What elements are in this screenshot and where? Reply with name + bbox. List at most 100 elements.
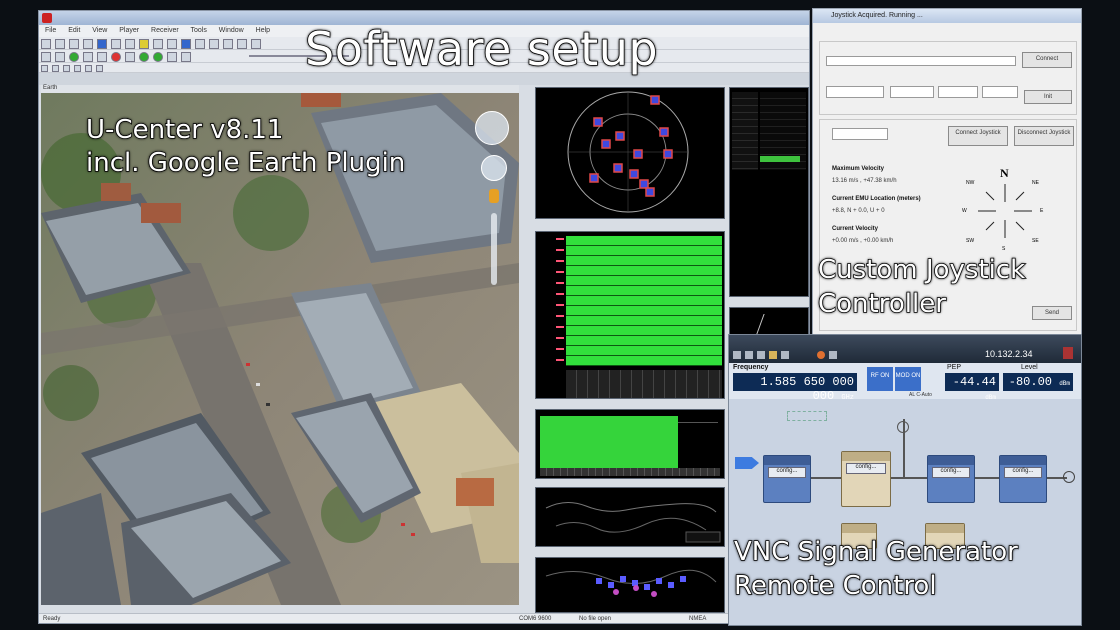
vnc-tool-icon-3[interactable] (757, 351, 765, 359)
back-icon[interactable] (55, 52, 65, 62)
current-velocity-value: +0.00 m/s , +0.00 km/h (832, 238, 894, 244)
small-tool-icon-2[interactable] (52, 65, 59, 72)
config-icon[interactable] (195, 39, 205, 49)
chart-icon[interactable] (237, 39, 247, 49)
menu-view[interactable]: View (92, 27, 107, 34)
tools-icon[interactable] (153, 39, 163, 49)
data-view-panel[interactable] (729, 87, 809, 297)
forward-icon[interactable] (125, 52, 135, 62)
longitude-field[interactable] (890, 86, 934, 98)
level-unit: dBm (1059, 380, 1070, 387)
baudrate-icon[interactable] (125, 39, 135, 49)
play-icon[interactable] (69, 52, 79, 62)
joystick-caption-line1: Custom Joystick (817, 254, 1026, 286)
rewind-icon[interactable] (41, 52, 51, 62)
look-control[interactable] (475, 111, 509, 145)
world-map-panel[interactable] (535, 487, 725, 547)
view-icon[interactable] (181, 39, 191, 49)
compass-nw: NW (966, 180, 975, 186)
mod-on-button[interactable]: MOD ON (895, 367, 921, 391)
input-arrow-icon (735, 457, 759, 469)
rf-config-button[interactable]: config... (1003, 467, 1043, 478)
status-ready: Ready (43, 616, 61, 622)
movement-mode-select[interactable] (832, 128, 888, 140)
adder-icon (897, 421, 909, 433)
vnc-tool-icon-5[interactable] (829, 351, 837, 359)
send-button[interactable]: Send (1032, 306, 1072, 320)
save-icon[interactable] (69, 39, 79, 49)
menu-player[interactable]: Player (119, 27, 139, 34)
disconnect-joystick-button[interactable]: Disconnect Joystick (1014, 126, 1074, 146)
signal-strength-panel[interactable] (535, 231, 725, 399)
max-velocity-label: Maximum Velocity (832, 166, 885, 172)
block-header-3 (928, 456, 974, 465)
small-tool-icon-6[interactable] (96, 65, 103, 72)
menu-help[interactable]: Help (256, 27, 270, 34)
map-icon[interactable] (251, 39, 261, 49)
status-green-icon (139, 52, 149, 62)
vnc-tool-icon-2[interactable] (745, 351, 753, 359)
menu-tools[interactable]: Tools (191, 27, 207, 34)
iq-config-button[interactable]: config... (931, 467, 971, 478)
menu-file[interactable]: File (45, 27, 56, 34)
small-tool-icon[interactable] (41, 65, 48, 72)
joystick-caption-line2: Controller (817, 288, 946, 320)
rf-block[interactable]: config... (999, 455, 1047, 503)
vnc-parameter-bar: Frequency 1.585 650 000 000 GHz RF ON MO… (729, 363, 1081, 403)
altitude-field[interactable] (982, 86, 1018, 98)
zoom-slider[interactable] (491, 213, 497, 285)
baseband-config-button[interactable]: config... (767, 467, 807, 478)
vnc-caption-line1: VNC Signal Generator (733, 536, 1018, 568)
rf-on-button[interactable]: RF ON (867, 367, 893, 391)
pep-value: -44.44 (952, 375, 996, 389)
table-icon[interactable] (223, 39, 233, 49)
pause-icon[interactable] (83, 52, 93, 62)
frequency-display[interactable]: 1.585 650 000 000 GHz (733, 373, 857, 403)
open-file-icon[interactable] (55, 39, 65, 49)
street-view-pegman-icon[interactable] (489, 189, 499, 203)
menu-receiver[interactable]: Receiver (151, 27, 179, 34)
connection-string-field[interactable] (826, 56, 1016, 66)
small-tool-icon-4[interactable] (74, 65, 81, 72)
vnc-close-icon[interactable] (1063, 347, 1073, 359)
menu-edit[interactable]: Edit (68, 27, 80, 34)
settings-icon[interactable] (167, 39, 177, 49)
satellite-world-panel[interactable] (535, 557, 725, 613)
connect-joystick-button[interactable]: Connect Joystick (948, 126, 1008, 146)
connect-button[interactable]: Connect (1022, 52, 1072, 68)
small-tool-icon-5[interactable] (85, 65, 92, 72)
ucenter-caption-line1: U-Center v8.11 (85, 114, 284, 146)
record-icon[interactable] (139, 39, 149, 49)
device-select[interactable] (826, 86, 884, 98)
ucenter-app-icon (42, 13, 52, 23)
awgn-block[interactable]: config... (841, 451, 891, 507)
menu-window[interactable]: Window (219, 27, 244, 34)
vnc-tool-icon-4[interactable] (781, 351, 789, 359)
fix-status-bar (760, 156, 800, 162)
latitude-field[interactable] (938, 86, 978, 98)
move-control[interactable] (481, 155, 507, 181)
level-display[interactable]: -80.00 dBm (1003, 373, 1073, 391)
deviation-chart-panel[interactable] (535, 409, 725, 479)
new-file-icon[interactable] (41, 39, 51, 49)
port-icon[interactable] (111, 39, 121, 49)
record-red-icon[interactable] (111, 52, 121, 62)
message-icon[interactable] (209, 39, 219, 49)
stop-icon[interactable] (97, 52, 107, 62)
connect-icon[interactable] (97, 39, 107, 49)
pep-label: PEP (947, 364, 962, 371)
print-icon[interactable] (83, 39, 93, 49)
vnc-folder-icon[interactable] (769, 351, 777, 359)
awgn-config-button[interactable]: config... (845, 463, 887, 474)
level-value: -80.00 (1008, 375, 1052, 389)
vnc-record-icon[interactable] (817, 351, 825, 359)
baseband-block[interactable]: config... (763, 455, 811, 503)
status-protocol: NMEA (689, 616, 707, 622)
tool-icon-2[interactable] (181, 52, 191, 62)
init-button[interactable]: Init (1024, 90, 1072, 104)
tool-icon[interactable] (167, 52, 177, 62)
sky-view-panel[interactable] (535, 87, 725, 219)
vnc-tool-icon[interactable] (733, 351, 741, 359)
iq-mod-block[interactable]: config... (927, 455, 975, 503)
small-tool-icon-3[interactable] (63, 65, 70, 72)
